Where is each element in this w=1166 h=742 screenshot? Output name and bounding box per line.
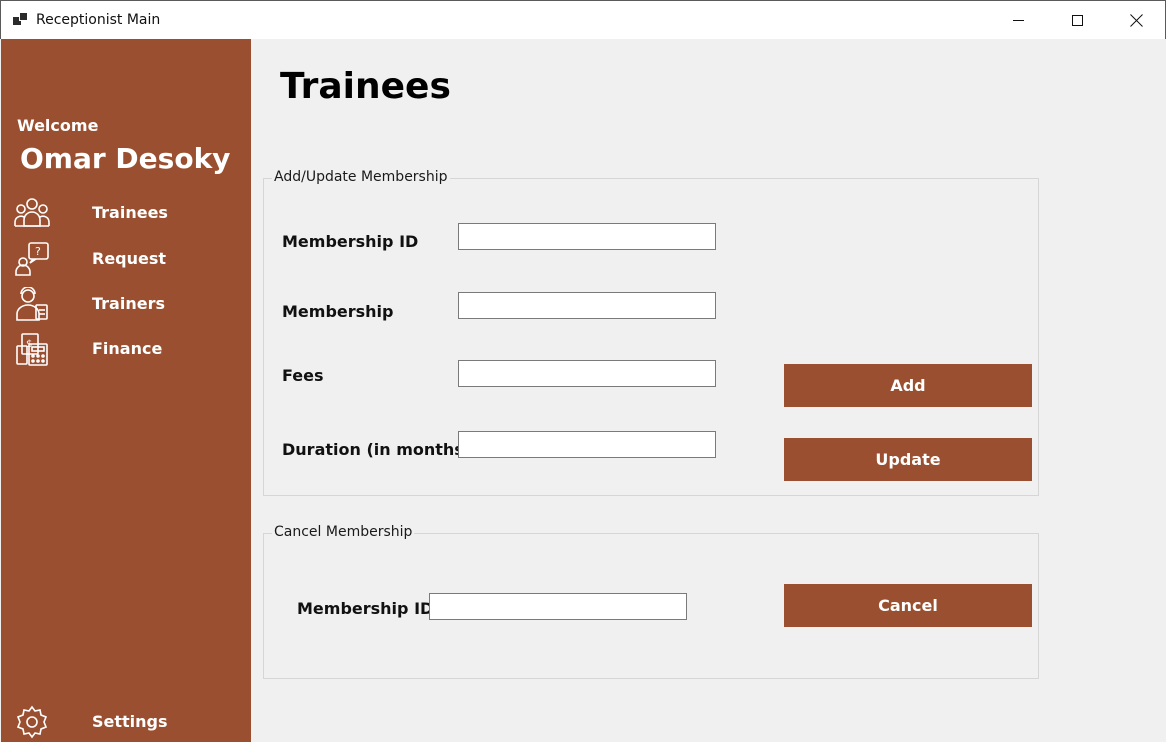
sidebar-item-label: Request (92, 249, 167, 268)
close-button[interactable] (1107, 1, 1165, 40)
maximize-icon (1071, 15, 1083, 26)
membership-label: Membership (282, 302, 394, 321)
sidebar-item-label: Finance (92, 339, 163, 358)
sidebar-item-trainees[interactable]: Trainees (1, 192, 251, 232)
sidebar: Welcome Omar Desoky Trainees ? Request T… (1, 39, 251, 742)
welcome-label: Welcome (17, 116, 99, 135)
sidebar-item-label: Trainees (92, 203, 168, 222)
fees-label: Fees (282, 366, 324, 385)
title-bar: Receptionist Main (0, 0, 1166, 39)
close-icon (1130, 14, 1143, 27)
duration-label: Duration (in months) (282, 440, 472, 459)
cancel-membership-id-label: Membership ID (297, 599, 434, 618)
cancel-membership-id-input[interactable] (429, 593, 687, 620)
duration-input[interactable] (458, 431, 716, 458)
sidebar-item-settings[interactable]: Settings (1, 701, 251, 741)
cancel-button[interactable]: Cancel (784, 584, 1032, 627)
sidebar-item-finance[interactable]: $ Finance (1, 328, 251, 368)
finance-calculator-icon: $ (16, 333, 48, 366)
add-button[interactable]: Add (784, 364, 1032, 407)
minimize-icon (1012, 20, 1024, 21)
fees-input[interactable] (458, 360, 716, 387)
trainees-group-icon (14, 198, 50, 227)
sidebar-item-label: Settings (92, 712, 168, 731)
minimize-button[interactable] (989, 1, 1047, 40)
group-legend: Cancel Membership (272, 524, 415, 540)
membership-id-input[interactable] (458, 223, 716, 250)
app-icon (13, 12, 29, 26)
window-title: Receptionist Main (36, 12, 161, 28)
gear-icon (16, 705, 48, 739)
trainer-icon (16, 287, 48, 321)
page-title: Trainees (280, 66, 451, 107)
maximize-button[interactable] (1048, 1, 1106, 40)
membership-input[interactable] (458, 292, 716, 319)
sidebar-item-request[interactable]: ? Request (1, 238, 251, 278)
update-button[interactable]: Update (784, 438, 1032, 481)
user-name: Omar Desoky (20, 142, 231, 175)
membership-id-label: Membership ID (282, 232, 419, 251)
group-legend: Add/Update Membership (272, 169, 450, 185)
sidebar-item-trainers[interactable]: Trainers (1, 283, 251, 323)
svg-text:?: ? (35, 245, 41, 258)
request-question-icon: ? (15, 242, 49, 276)
sidebar-item-label: Trainers (92, 294, 165, 313)
